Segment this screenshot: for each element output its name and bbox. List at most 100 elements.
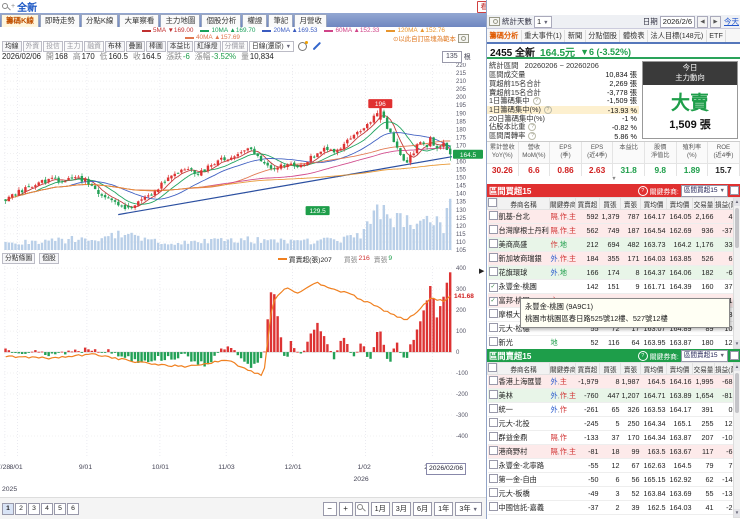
period-button-3月[interactable]: 3月 bbox=[391, 502, 411, 516]
period-button-1年[interactable]: 1年 bbox=[434, 502, 454, 516]
today-link[interactable]: 今天 bbox=[724, 16, 739, 27]
checkbox[interactable] bbox=[488, 418, 498, 427]
cycle-select[interactable]: 日線(還原) ▼ bbox=[248, 40, 295, 52]
scroll-down-icon[interactable]: ▼ bbox=[734, 509, 740, 517]
checkbox[interactable] bbox=[488, 404, 498, 413]
date-next-button[interactable]: ▶ bbox=[710, 15, 721, 28]
buy-filter-select[interactable]: 區間買超15 ▼ bbox=[680, 184, 728, 197]
checkbox[interactable]: ✓ bbox=[488, 297, 498, 306]
save-template-link[interactable]: ⊙以此自訂區塊為範本 bbox=[393, 33, 469, 43]
help-icon[interactable]: ? bbox=[637, 350, 648, 361]
stat-days-select[interactable]: 1 ▼ bbox=[534, 15, 552, 28]
tab-筆記[interactable]: 筆記 bbox=[268, 14, 294, 27]
scroll-up-icon[interactable]: ▲ bbox=[734, 198, 740, 206]
scrollbar-thumb[interactable] bbox=[735, 208, 739, 248]
checkbox[interactable] bbox=[488, 376, 498, 385]
camera-icon[interactable] bbox=[457, 33, 469, 43]
buy-table-scrollbar[interactable]: ▲ ▼ bbox=[733, 197, 740, 349]
subchart-button-分點條圖[interactable]: 分點條圖 bbox=[2, 253, 36, 264]
scrollbar-thumb[interactable] bbox=[735, 373, 739, 413]
checkbox[interactable] bbox=[488, 460, 498, 469]
question-icon[interactable]: ? bbox=[543, 106, 552, 115]
tab-權證[interactable]: 權證 bbox=[242, 14, 268, 27]
table-row[interactable]: 群益金鼎 隔,作 -133 37 170 164.34 163.87 207 -10 bbox=[487, 430, 734, 445]
panel-tab-籌碼分析[interactable]: 籌碼分析 bbox=[487, 29, 522, 42]
bars-shown-value[interactable]: 135 bbox=[442, 50, 462, 63]
checkbox[interactable] bbox=[488, 446, 498, 455]
panel-tab-新聞[interactable]: 新聞 bbox=[565, 29, 586, 42]
table-row[interactable]: 港商野村 隔,作,主 -81 18 99 163.5 163.67 117 -6 bbox=[487, 444, 734, 459]
pager-5[interactable]: 5 bbox=[54, 503, 66, 515]
sell-table-scrollbar[interactable]: ▲ ▼ bbox=[733, 362, 740, 518]
settings-icon[interactable] bbox=[730, 351, 739, 360]
table-row[interactable]: 香港上海匯豐 外,主 -1,979 8 1,987 164.5 164.16 1,995 -68 bbox=[487, 374, 734, 389]
zoom-in-button[interactable]: + bbox=[338, 502, 353, 516]
tab-即時走勢[interactable]: 即時走勢 bbox=[39, 14, 80, 27]
table-row[interactable]: 台灣摩根士丹利 隔,作,主 562 749 187 164.54 162.69 936 -37 bbox=[487, 223, 734, 238]
date-prev-button[interactable]: ◀ bbox=[697, 15, 708, 28]
period-button-6月[interactable]: 6月 bbox=[412, 502, 433, 516]
toolbar-button-疊圖[interactable]: 疊圖 bbox=[125, 40, 146, 52]
table-row[interactable]: 美商高盛 作,地 212 694 482 163.73 164.2 1,176 33 bbox=[487, 237, 734, 252]
table-row[interactable]: 中國信託-嘉義 -37 2 39 162.5 164.03 41 -2 bbox=[487, 500, 734, 515]
checkbox[interactable] bbox=[488, 309, 498, 318]
zoom-out-button[interactable]: − bbox=[322, 502, 337, 516]
sell-filter-select[interactable]: 區間賣超15 ▼ bbox=[680, 349, 728, 362]
panel-tab-分點個股[interactable]: 分點個股 bbox=[586, 29, 621, 42]
toolbar-button-外資[interactable]: 外資 bbox=[22, 40, 43, 52]
toolbar-button-分價量[interactable]: 分價量 bbox=[221, 40, 248, 52]
pencil-icon[interactable] bbox=[312, 41, 322, 51]
checkbox[interactable] bbox=[488, 432, 498, 441]
toolbar-button-棒圖[interactable]: 棒圖 bbox=[146, 40, 166, 52]
magnifier-button[interactable] bbox=[354, 502, 369, 516]
panel-tab-法人目標(148元)[interactable]: 法人目標(148元) bbox=[648, 29, 707, 42]
table-row[interactable]: ✓ 永豐金-桃園 142 151 9 161.71 164.39 160 37 bbox=[487, 279, 734, 294]
chart-date-box[interactable]: 2026/02/06 bbox=[426, 463, 467, 475]
toolbar-button-均線[interactable]: 均線 bbox=[2, 40, 22, 52]
search-icon[interactable] bbox=[2, 2, 11, 11]
checkbox[interactable] bbox=[488, 488, 498, 497]
period-button-1月[interactable]: 1月 bbox=[370, 502, 390, 516]
pager-2[interactable]: 2 bbox=[15, 503, 27, 515]
checkbox[interactable] bbox=[488, 198, 497, 207]
toolbar-button-融資[interactable]: 融資 bbox=[84, 40, 104, 52]
checkbox[interactable] bbox=[488, 337, 498, 346]
pager-6[interactable]: 6 bbox=[67, 503, 79, 515]
table-row[interactable]: 統一 外,作 -261 65 326 163.53 164.17 391 0 bbox=[487, 402, 734, 417]
add-stock-icon[interactable]: + bbox=[11, 3, 15, 10]
checkbox[interactable] bbox=[488, 323, 498, 332]
range-select[interactable]: 3年 ▼ bbox=[455, 502, 482, 516]
checkbox[interactable] bbox=[488, 211, 498, 220]
checkbox[interactable] bbox=[488, 363, 497, 372]
help-icon[interactable]: ? bbox=[637, 185, 648, 196]
question-icon[interactable]: ? bbox=[528, 132, 537, 141]
pager-3[interactable]: 3 bbox=[28, 503, 40, 515]
table-row[interactable]: 新加坡商瑞銀 外,作,主 184 355 171 164.03 163.85 526 6 bbox=[487, 251, 734, 266]
camera-icon[interactable] bbox=[489, 17, 500, 26]
tab-分點K線[interactable]: 分點K線 bbox=[80, 14, 119, 27]
checkbox[interactable]: ✓ bbox=[488, 283, 498, 292]
toolbar-button-投信[interactable]: 投信 bbox=[43, 40, 63, 52]
tab-主力地圖[interactable]: 主力地圖 bbox=[160, 14, 201, 27]
broker-netbuy-chart[interactable]: 400 300 200 100 0 -100 -200 -300 -400 141.68 bbox=[0, 252, 486, 463]
checkbox[interactable] bbox=[488, 225, 498, 234]
scroll-down-icon[interactable]: ▼ bbox=[734, 340, 740, 348]
table-row[interactable]: 新光地 52 116 64 163.95 163.87 180 12 bbox=[487, 335, 734, 350]
toolbar-button-紅綠燈[interactable]: 紅綠燈 bbox=[194, 40, 221, 52]
collapse-icon[interactable]: ▼ bbox=[487, 176, 740, 183]
panel-tab-ETF[interactable]: ETF bbox=[707, 29, 727, 42]
table-row[interactable]: 美林 外,作,主 -760 447 1,207 164.71 163.89 1,654 -81 bbox=[487, 388, 734, 403]
table-row[interactable]: 元大-板橋 -49 3 52 163.84 163.69 55 -13 bbox=[487, 486, 734, 501]
toolbar-button-布林[interactable]: 布林 bbox=[104, 40, 125, 52]
tab-籌碼K線[interactable]: 籌碼K線 bbox=[1, 14, 39, 27]
panel-tab-體檢表[interactable]: 體檢表 bbox=[620, 29, 649, 42]
subchart-button-個股[interactable]: 個股 bbox=[39, 253, 59, 264]
gear-icon[interactable] bbox=[298, 40, 309, 51]
table-row[interactable]: 花旗環球 外,地 166 174 8 164.37 164.06 182 -6 bbox=[487, 265, 734, 280]
tab-大單察看[interactable]: 大單察看 bbox=[119, 14, 160, 27]
checkbox[interactable] bbox=[488, 474, 498, 483]
settings-icon[interactable] bbox=[730, 186, 739, 195]
table-row[interactable]: 凱基-台北 隔,作,主 592 1,379 787 164.17 164.05 2,166 4 bbox=[487, 209, 734, 224]
scroll-up-icon[interactable]: ▲ bbox=[734, 363, 740, 371]
checkbox[interactable] bbox=[488, 502, 498, 511]
